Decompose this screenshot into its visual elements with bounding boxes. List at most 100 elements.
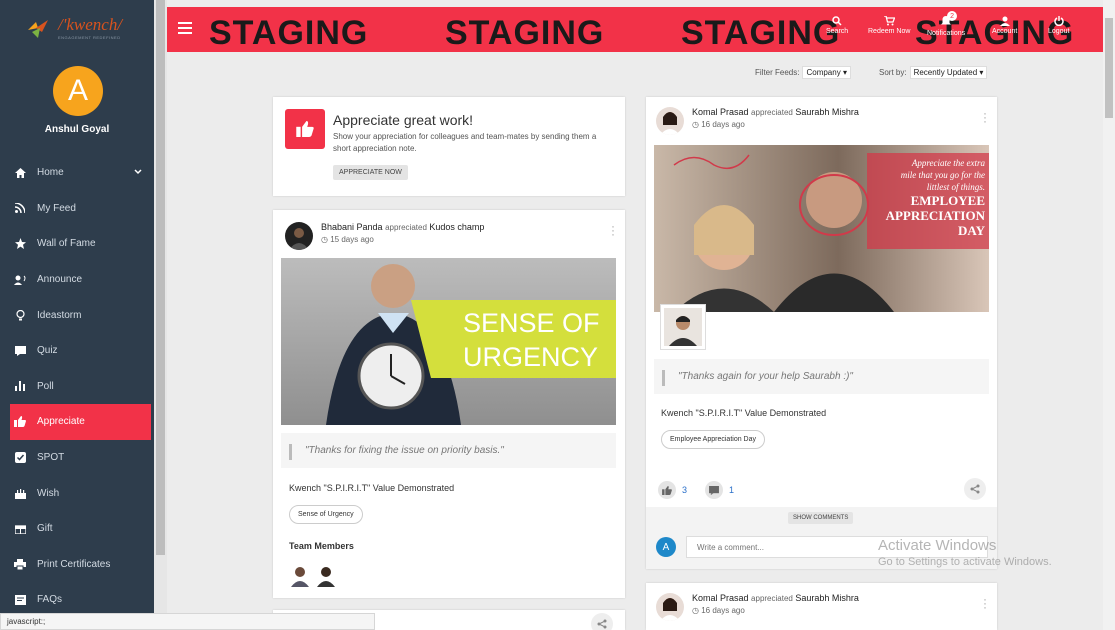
share-icon[interactable] bbox=[964, 478, 986, 500]
badge-check-icon bbox=[13, 451, 27, 465]
team-members bbox=[289, 565, 337, 587]
sidebar-item-gift[interactable]: Gift bbox=[0, 511, 154, 547]
comment-button[interactable] bbox=[705, 481, 724, 499]
sidebar-scrollbar-thumb[interactable] bbox=[156, 0, 165, 555]
image-caption: Appreciate the extra mile that you go fo… bbox=[885, 158, 985, 238]
notification-count-badge: 2 bbox=[947, 11, 958, 21]
redeem-now-button[interactable]: Redeem Now bbox=[868, 16, 910, 35]
author-avatar[interactable] bbox=[656, 107, 684, 135]
activate-windows-title: Activate Windows bbox=[878, 537, 997, 554]
author-avatar[interactable] bbox=[656, 593, 684, 621]
show-comments-button[interactable]: SHOW COMMENTS bbox=[788, 512, 854, 524]
logout-button[interactable]: Logout bbox=[1048, 16, 1069, 35]
sidebar-item-print-certificates[interactable]: Print Certificates bbox=[0, 547, 154, 583]
sidebar-item-label: My Feed bbox=[37, 202, 76, 214]
commenter-avatar: A bbox=[656, 537, 676, 557]
user-name[interactable]: Anshul Goyal bbox=[0, 124, 154, 135]
post-target[interactable]: Saurabh Mishra bbox=[795, 593, 859, 603]
tag-list: Sense of Urgency bbox=[281, 503, 363, 524]
rss-icon bbox=[13, 201, 27, 215]
sidebar-menu: Home My Feed Wall of Fame Announce Ideas… bbox=[0, 155, 154, 618]
appreciation-quote: "Thanks again for your help Saurabh :)" bbox=[654, 359, 989, 394]
appreciation-quote: "Thanks for fixing the issue on priority… bbox=[281, 433, 616, 468]
post-author[interactable]: Komal Prasad bbox=[692, 593, 749, 603]
tag-list: Employee Appreciation Day bbox=[653, 428, 765, 449]
team-member-avatar[interactable] bbox=[289, 565, 311, 587]
user-icon bbox=[999, 16, 1010, 26]
chevron-down-icon[interactable] bbox=[134, 167, 142, 178]
recipient-avatar[interactable] bbox=[660, 304, 706, 350]
filter-feeds[interactable]: Filter Feeds: Company ▾ bbox=[755, 66, 851, 79]
logo-text: /'kwench/ bbox=[58, 15, 123, 34]
activate-windows-subtitle: Go to Settings to activate Windows. bbox=[878, 556, 1052, 568]
sidebar-item-home[interactable]: Home bbox=[0, 155, 154, 191]
cart-icon bbox=[883, 16, 895, 26]
sidebar-item-label: Home bbox=[37, 167, 64, 179]
sidebar-item-label: Announce bbox=[37, 274, 83, 286]
sidebar-item-label: Print Certificates bbox=[37, 558, 111, 570]
hamburger-menu-icon[interactable] bbox=[178, 22, 192, 37]
thumbs-up-icon bbox=[13, 415, 27, 429]
author-avatar[interactable] bbox=[285, 222, 313, 250]
sidebar-item-poll[interactable]: Poll bbox=[0, 369, 154, 405]
sidebar-item-wall-of-fame[interactable]: Wall of Fame bbox=[0, 226, 154, 262]
sort-by[interactable]: Sort by: Recently Updated ▾ bbox=[879, 66, 988, 79]
like-count[interactable]: 3 bbox=[682, 485, 687, 495]
sidebar-item-label: Poll bbox=[37, 380, 54, 392]
post-target[interactable]: Kudos champ bbox=[429, 222, 484, 232]
post-header: Komal Prasad appreciated Saurabh Mishra … bbox=[646, 97, 997, 145]
bar-chart-icon bbox=[13, 379, 27, 393]
post-header: Bhabani Panda appreciated Kudos champ ◷ … bbox=[273, 210, 625, 250]
sidebar: /'kwench/ ENGAGEMENT REDEFINED A Anshul … bbox=[0, 0, 154, 630]
cake-icon bbox=[13, 486, 27, 500]
sidebar-item-label: Wish bbox=[37, 487, 60, 499]
more-options-icon[interactable]: · · · bbox=[611, 220, 615, 240]
more-options-icon[interactable]: · · · bbox=[983, 107, 987, 127]
thumbs-up-icon bbox=[285, 109, 325, 149]
post-target[interactable]: Saurabh Mishra bbox=[795, 107, 859, 117]
sidebar-item-my-feed[interactable]: My Feed bbox=[0, 191, 154, 227]
sidebar-item-announce[interactable]: Announce bbox=[0, 262, 154, 298]
more-options-icon[interactable]: · · · bbox=[983, 593, 987, 613]
main-scrollbar-thumb[interactable] bbox=[1105, 18, 1113, 118]
power-icon bbox=[1054, 16, 1064, 26]
team-members-label: Team Members bbox=[289, 541, 354, 551]
sidebar-item-ideastorm[interactable]: Ideastorm bbox=[0, 297, 154, 333]
sidebar-item-spot[interactable]: SPOT bbox=[0, 440, 154, 476]
sidebar-item-appreciate[interactable]: Appreciate bbox=[10, 404, 151, 440]
account-button[interactable]: Account bbox=[992, 16, 1017, 35]
share-icon[interactable] bbox=[591, 613, 613, 630]
value-tag[interactable]: Employee Appreciation Day bbox=[661, 430, 765, 449]
post-header: Komal Prasad appreciated Saurabh Mishra … bbox=[646, 583, 997, 630]
comment-count[interactable]: 1 bbox=[729, 485, 734, 495]
announce-icon bbox=[13, 273, 27, 287]
clock-icon: ◷ bbox=[692, 120, 699, 129]
logo-subtitle: ENGAGEMENT REDEFINED bbox=[58, 35, 121, 40]
notifications-button[interactable]: 2 Notifications bbox=[927, 11, 965, 37]
post-date: ◷ 16 days ago bbox=[692, 606, 745, 615]
home-icon bbox=[13, 166, 27, 180]
printer-icon bbox=[13, 557, 27, 571]
team-member-avatar[interactable] bbox=[315, 565, 337, 587]
filter-feeds-select[interactable]: Company ▾ bbox=[802, 66, 851, 79]
kwench-bird-icon bbox=[28, 20, 48, 38]
appreciation-post: Komal Prasad appreciated Saurabh Mishra … bbox=[646, 97, 997, 569]
brand-logo[interactable]: /'kwench/ ENGAGEMENT REDEFINED bbox=[0, 0, 154, 56]
appreciate-now-button[interactable]: APPRECIATE NOW bbox=[333, 165, 408, 180]
banner-text: SENSE OF URGENCY bbox=[463, 308, 600, 372]
like-button[interactable] bbox=[658, 481, 676, 499]
sidebar-item-wish[interactable]: Wish bbox=[0, 475, 154, 511]
staging-label: STAGING bbox=[209, 14, 369, 52]
search-button[interactable]: Search bbox=[826, 16, 848, 35]
sidebar-item-label: Quiz bbox=[37, 345, 58, 357]
value-tag[interactable]: Sense of Urgency bbox=[289, 505, 363, 524]
appreciation-post: Komal Prasad appreciated Saurabh Mishra … bbox=[646, 583, 997, 630]
post-author[interactable]: Komal Prasad bbox=[692, 107, 749, 117]
sort-by-select[interactable]: Recently Updated ▾ bbox=[909, 66, 988, 79]
post-author[interactable]: Bhabani Panda bbox=[321, 222, 383, 232]
post-image: SENSE OF URGENCY bbox=[281, 258, 616, 425]
gift-icon bbox=[13, 522, 27, 536]
user-avatar[interactable]: A bbox=[53, 66, 103, 116]
sidebar-item-quiz[interactable]: Quiz bbox=[0, 333, 154, 369]
lightbulb-icon bbox=[13, 308, 27, 322]
